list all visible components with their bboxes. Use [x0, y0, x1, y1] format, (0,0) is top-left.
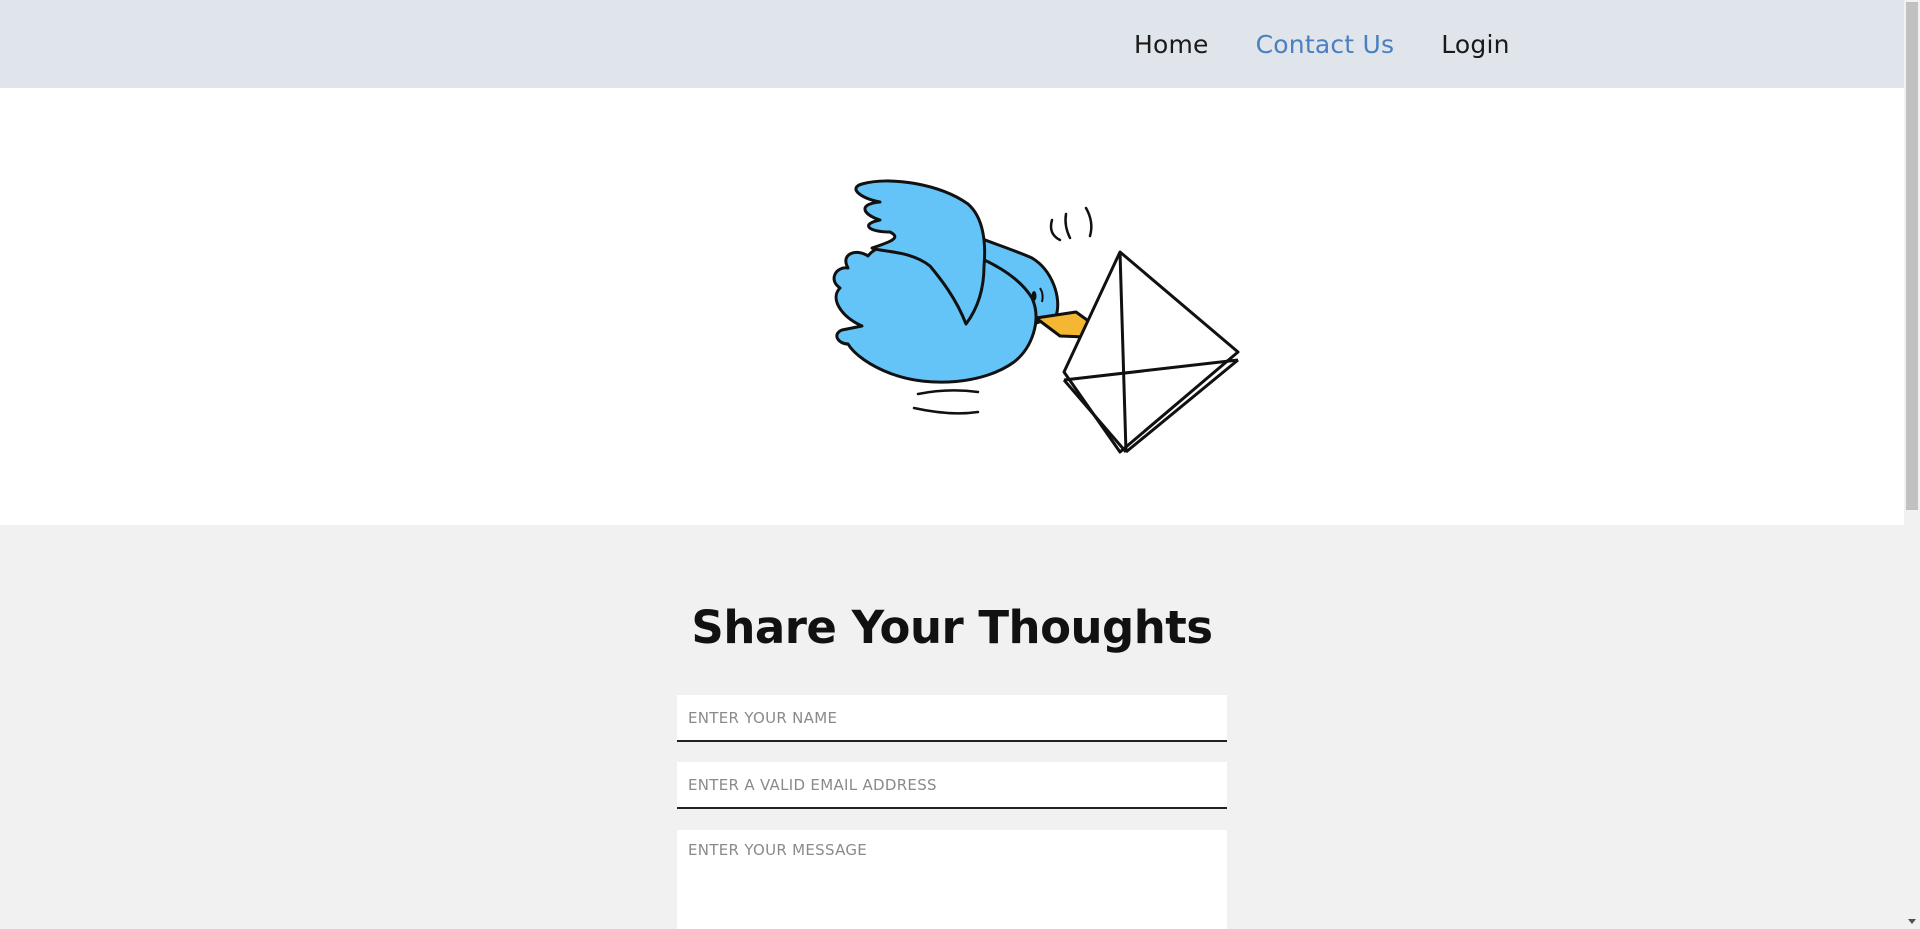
email-input[interactable]	[677, 762, 1227, 809]
nav-links: Home Contact Us Login	[1134, 0, 1557, 88]
name-input[interactable]	[677, 695, 1227, 742]
bird-carrying-envelope-icon	[832, 179, 1240, 454]
contact-form-section: Share Your Thoughts	[0, 525, 1904, 929]
nav-link-home[interactable]: Home	[1134, 30, 1209, 59]
navbar: Home Contact Us Login	[0, 0, 1904, 88]
scroll-down-arrow-icon[interactable]	[1908, 919, 1916, 924]
nav-link-contact-us[interactable]: Contact Us	[1256, 30, 1395, 59]
contact-page: Home Contact Us Login Share Your Thought…	[0, 0, 1904, 929]
message-textarea[interactable]	[677, 830, 1227, 929]
hero-banner	[0, 88, 1904, 525]
vertical-scrollbar[interactable]	[1904, 0, 1920, 929]
form-title: Share Your Thoughts	[691, 601, 1213, 654]
scrollbar-thumb[interactable]	[1906, 2, 1918, 510]
nav-link-login[interactable]: Login	[1441, 30, 1509, 59]
